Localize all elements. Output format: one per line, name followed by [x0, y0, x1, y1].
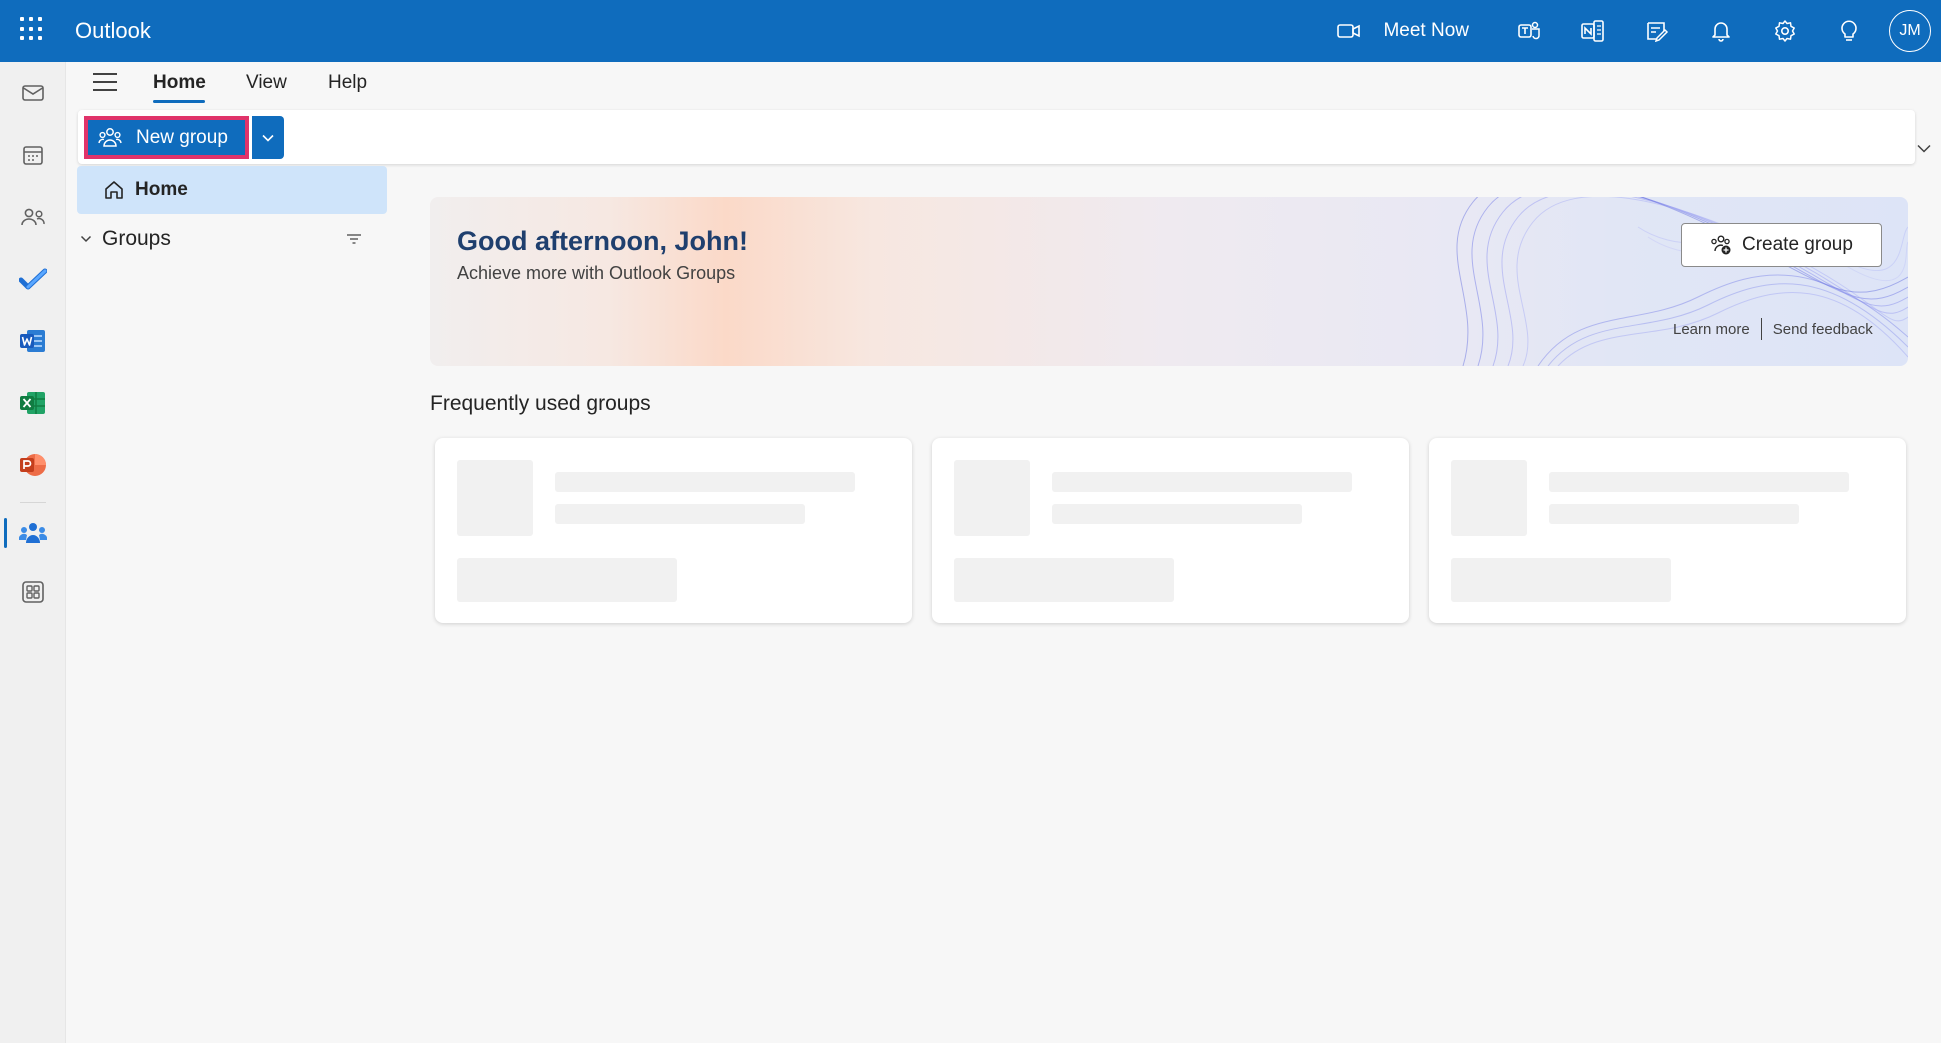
- meet-now-label: Meet Now: [1383, 20, 1469, 41]
- todo-icon: [19, 268, 47, 290]
- app-rail: [0, 62, 66, 1043]
- nav-home-label: Home: [135, 179, 188, 200]
- group-card-placeholder[interactable]: [1429, 438, 1906, 623]
- skeleton-line: [555, 472, 855, 492]
- notifications-button[interactable]: [1689, 0, 1753, 62]
- new-group-button[interactable]: New group: [84, 116, 249, 159]
- bell-icon: [1712, 22, 1730, 42]
- learn-more-link[interactable]: Learn more: [1673, 321, 1750, 338]
- tab-help[interactable]: Help: [328, 72, 367, 94]
- rail-todo[interactable]: [0, 254, 66, 304]
- people-icon: [21, 208, 45, 226]
- hamburger-menu-icon[interactable]: [93, 73, 117, 93]
- groups-section-header[interactable]: Groups: [80, 224, 370, 254]
- rail-excel[interactable]: [0, 378, 66, 428]
- group-add-icon: [1711, 235, 1731, 255]
- teams-icon: [1518, 21, 1540, 40]
- chevron-down-icon: [262, 134, 274, 142]
- rail-people[interactable]: [0, 192, 66, 242]
- section-title: Frequently used groups: [430, 392, 651, 415]
- new-group-dropdown[interactable]: [252, 116, 284, 159]
- rail-word[interactable]: [0, 316, 66, 366]
- word-icon: [20, 330, 45, 352]
- link-separator: [1760, 318, 1762, 340]
- greeting-heading: Good afternoon, John!: [457, 226, 748, 256]
- filter-icon: [347, 234, 361, 244]
- rail-groups[interactable]: [0, 508, 66, 558]
- tab-view[interactable]: View: [246, 72, 287, 94]
- calendar-icon: [23, 146, 43, 165]
- send-feedback-link[interactable]: Send feedback: [1773, 321, 1873, 338]
- powerpoint-icon: [20, 454, 46, 476]
- group-add-icon: [98, 127, 122, 147]
- create-group-button[interactable]: Create group: [1681, 223, 1882, 267]
- create-group-label: Create group: [1742, 234, 1853, 255]
- skeleton-block: [457, 558, 677, 602]
- skeleton-block: [1451, 558, 1671, 602]
- onenote-button[interactable]: [1561, 0, 1625, 62]
- settings-button[interactable]: [1753, 0, 1817, 62]
- tab-home[interactable]: Home: [153, 72, 206, 94]
- groups-filter-button[interactable]: [346, 232, 362, 250]
- skeleton-avatar: [1451, 460, 1527, 536]
- app-launcher-icon[interactable]: [20, 17, 44, 41]
- notes-button[interactable]: [1625, 0, 1689, 62]
- onenote-icon: [1581, 20, 1604, 42]
- group-card-placeholder[interactable]: [435, 438, 912, 623]
- top-bar: Outlook Meet Now JM: [0, 0, 1941, 62]
- rail-more-apps[interactable]: [0, 567, 66, 617]
- skeleton-avatar: [954, 460, 1030, 536]
- skeleton-block: [954, 558, 1174, 602]
- groups-label: Groups: [102, 227, 171, 250]
- tab-home-underline: [153, 100, 205, 103]
- skeleton-line: [1549, 472, 1849, 492]
- gear-icon: [1775, 20, 1795, 42]
- video-icon: [1337, 24, 1361, 38]
- more-apps-icon: [22, 581, 44, 603]
- tips-button[interactable]: [1817, 0, 1881, 62]
- skeleton-line: [1052, 504, 1302, 524]
- ribbon-expand-button[interactable]: [1917, 140, 1931, 158]
- skeleton-line: [1052, 472, 1352, 492]
- mail-icon: [22, 85, 44, 101]
- rail-mail[interactable]: [0, 68, 66, 118]
- skeleton-line: [555, 504, 805, 524]
- chevron-down-icon: [1917, 144, 1931, 153]
- rail-calendar[interactable]: [0, 130, 66, 180]
- group-card-placeholder[interactable]: [932, 438, 1409, 623]
- meet-now-button[interactable]: Meet Now: [1337, 20, 1469, 42]
- home-icon: [105, 181, 123, 199]
- rail-powerpoint[interactable]: [0, 440, 66, 490]
- nav-item-home[interactable]: Home: [77, 166, 387, 214]
- lightbulb-icon: [1841, 20, 1857, 41]
- rail-divider: [20, 502, 46, 503]
- teams-button[interactable]: [1497, 0, 1561, 62]
- chevron-down-icon: [80, 235, 92, 243]
- greeting-subtitle: Achieve more with Outlook Groups: [457, 263, 736, 283]
- new-group-label: New group: [136, 126, 228, 148]
- ribbon-command-bar: [78, 110, 1915, 164]
- skeleton-line: [1549, 504, 1799, 524]
- avatar[interactable]: JM: [1889, 10, 1931, 52]
- excel-icon: [20, 392, 45, 414]
- notes-icon: [1647, 22, 1669, 42]
- banner-links: Learn more Send feedback: [1673, 318, 1873, 340]
- groups-icon: [19, 523, 47, 543]
- skeleton-avatar: [457, 460, 533, 536]
- app-name[interactable]: Outlook: [75, 18, 151, 44]
